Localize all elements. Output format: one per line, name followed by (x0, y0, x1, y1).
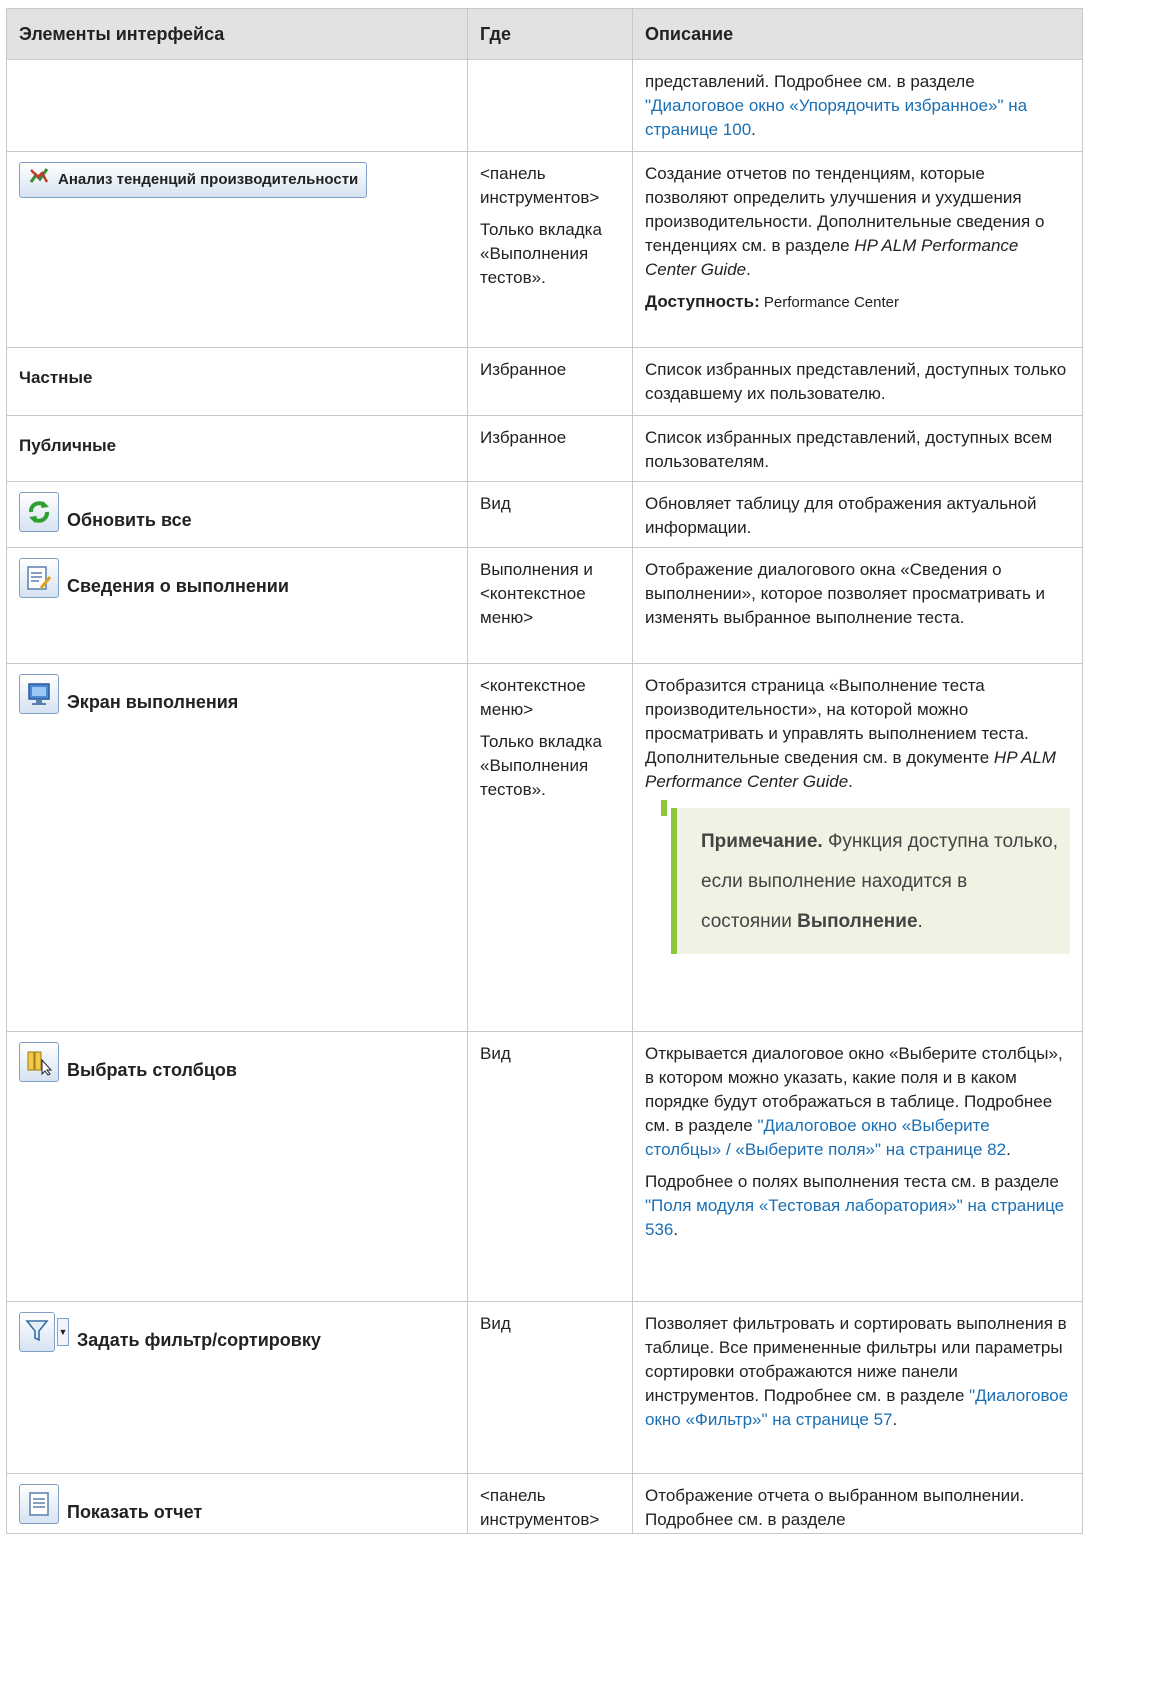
ui-elements-table: Элементы интерфейса Где Описание предста… (6, 8, 1083, 1534)
header-where: Где (467, 8, 633, 60)
report-icon (19, 1484, 59, 1524)
table-row: Экран выполнения <контекстное меню> Толь… (6, 663, 1083, 1032)
run-details-icon (19, 558, 59, 598)
show-report-button[interactable]: Показать отчет (19, 1484, 455, 1524)
row-description: представлений. Подробнее см. в разделе "… (632, 59, 1083, 152)
table-row: ▼ Задать фильтр/сортировку Вид Позволяет… (6, 1301, 1083, 1474)
document-page: Элементы интерфейса Где Описание предста… (0, 0, 1167, 1692)
row-where: <панель инструментов> Только вкладка «Вы… (467, 151, 633, 348)
table-row: представлений. Подробнее см. в разделе "… (6, 59, 1083, 152)
note-mark-icon (661, 800, 667, 816)
table-row: Анализ тенденций производительности <пан… (6, 151, 1083, 348)
row-description: Создание отчетов по тенденциям, которые … (632, 151, 1083, 348)
set-filter-sort-button[interactable]: ▼ Задать фильтр/сортировку (19, 1312, 455, 1352)
table-row: Выбрать столбцов Вид Открывается диалого… (6, 1031, 1083, 1302)
trend-analysis-button[interactable]: Анализ тенденций производительности (19, 162, 368, 198)
private-label: Частные (6, 347, 468, 416)
test-lab-fields-link[interactable]: "Поля модуля «Тестовая лаборатория»" на … (645, 1196, 1064, 1239)
organize-favorites-link[interactable]: "Диалоговое окно «Упорядочить избранное»… (645, 96, 1027, 139)
header-description: Описание (632, 8, 1083, 60)
chevron-down-icon[interactable]: ▼ (57, 1318, 69, 1346)
table-row: Обновить все Вид Обновляет таблицу для о… (6, 481, 1083, 548)
table-row: Показать отчет <панель инструментов> Ото… (6, 1473, 1083, 1534)
table-row: Частные Избранное Список избранных предс… (6, 347, 1083, 416)
table-row: Публичные Избранное Список избранных пре… (6, 415, 1083, 482)
refresh-all-button[interactable]: Обновить все (19, 492, 455, 532)
table-row: Сведения о выполнении Выполнения и <конт… (6, 547, 1083, 664)
table-header-row: Элементы интерфейса Где Описание (6, 8, 1083, 60)
note-box: Примечание. Функция доступна только, есл… (661, 800, 1070, 954)
trend-analysis-icon (28, 165, 50, 195)
refresh-icon (19, 492, 59, 532)
run-screen-icon (19, 674, 59, 714)
header-ui-elements: Элементы интерфейса (6, 8, 468, 60)
run-details-button[interactable]: Сведения о выполнении (19, 558, 455, 598)
select-columns-button[interactable]: Выбрать столбцов (19, 1042, 455, 1082)
select-columns-icon (19, 1042, 59, 1082)
filter-icon (19, 1312, 55, 1352)
run-screen-button[interactable]: Экран выполнения (19, 674, 455, 714)
public-label: Публичные (6, 415, 468, 482)
